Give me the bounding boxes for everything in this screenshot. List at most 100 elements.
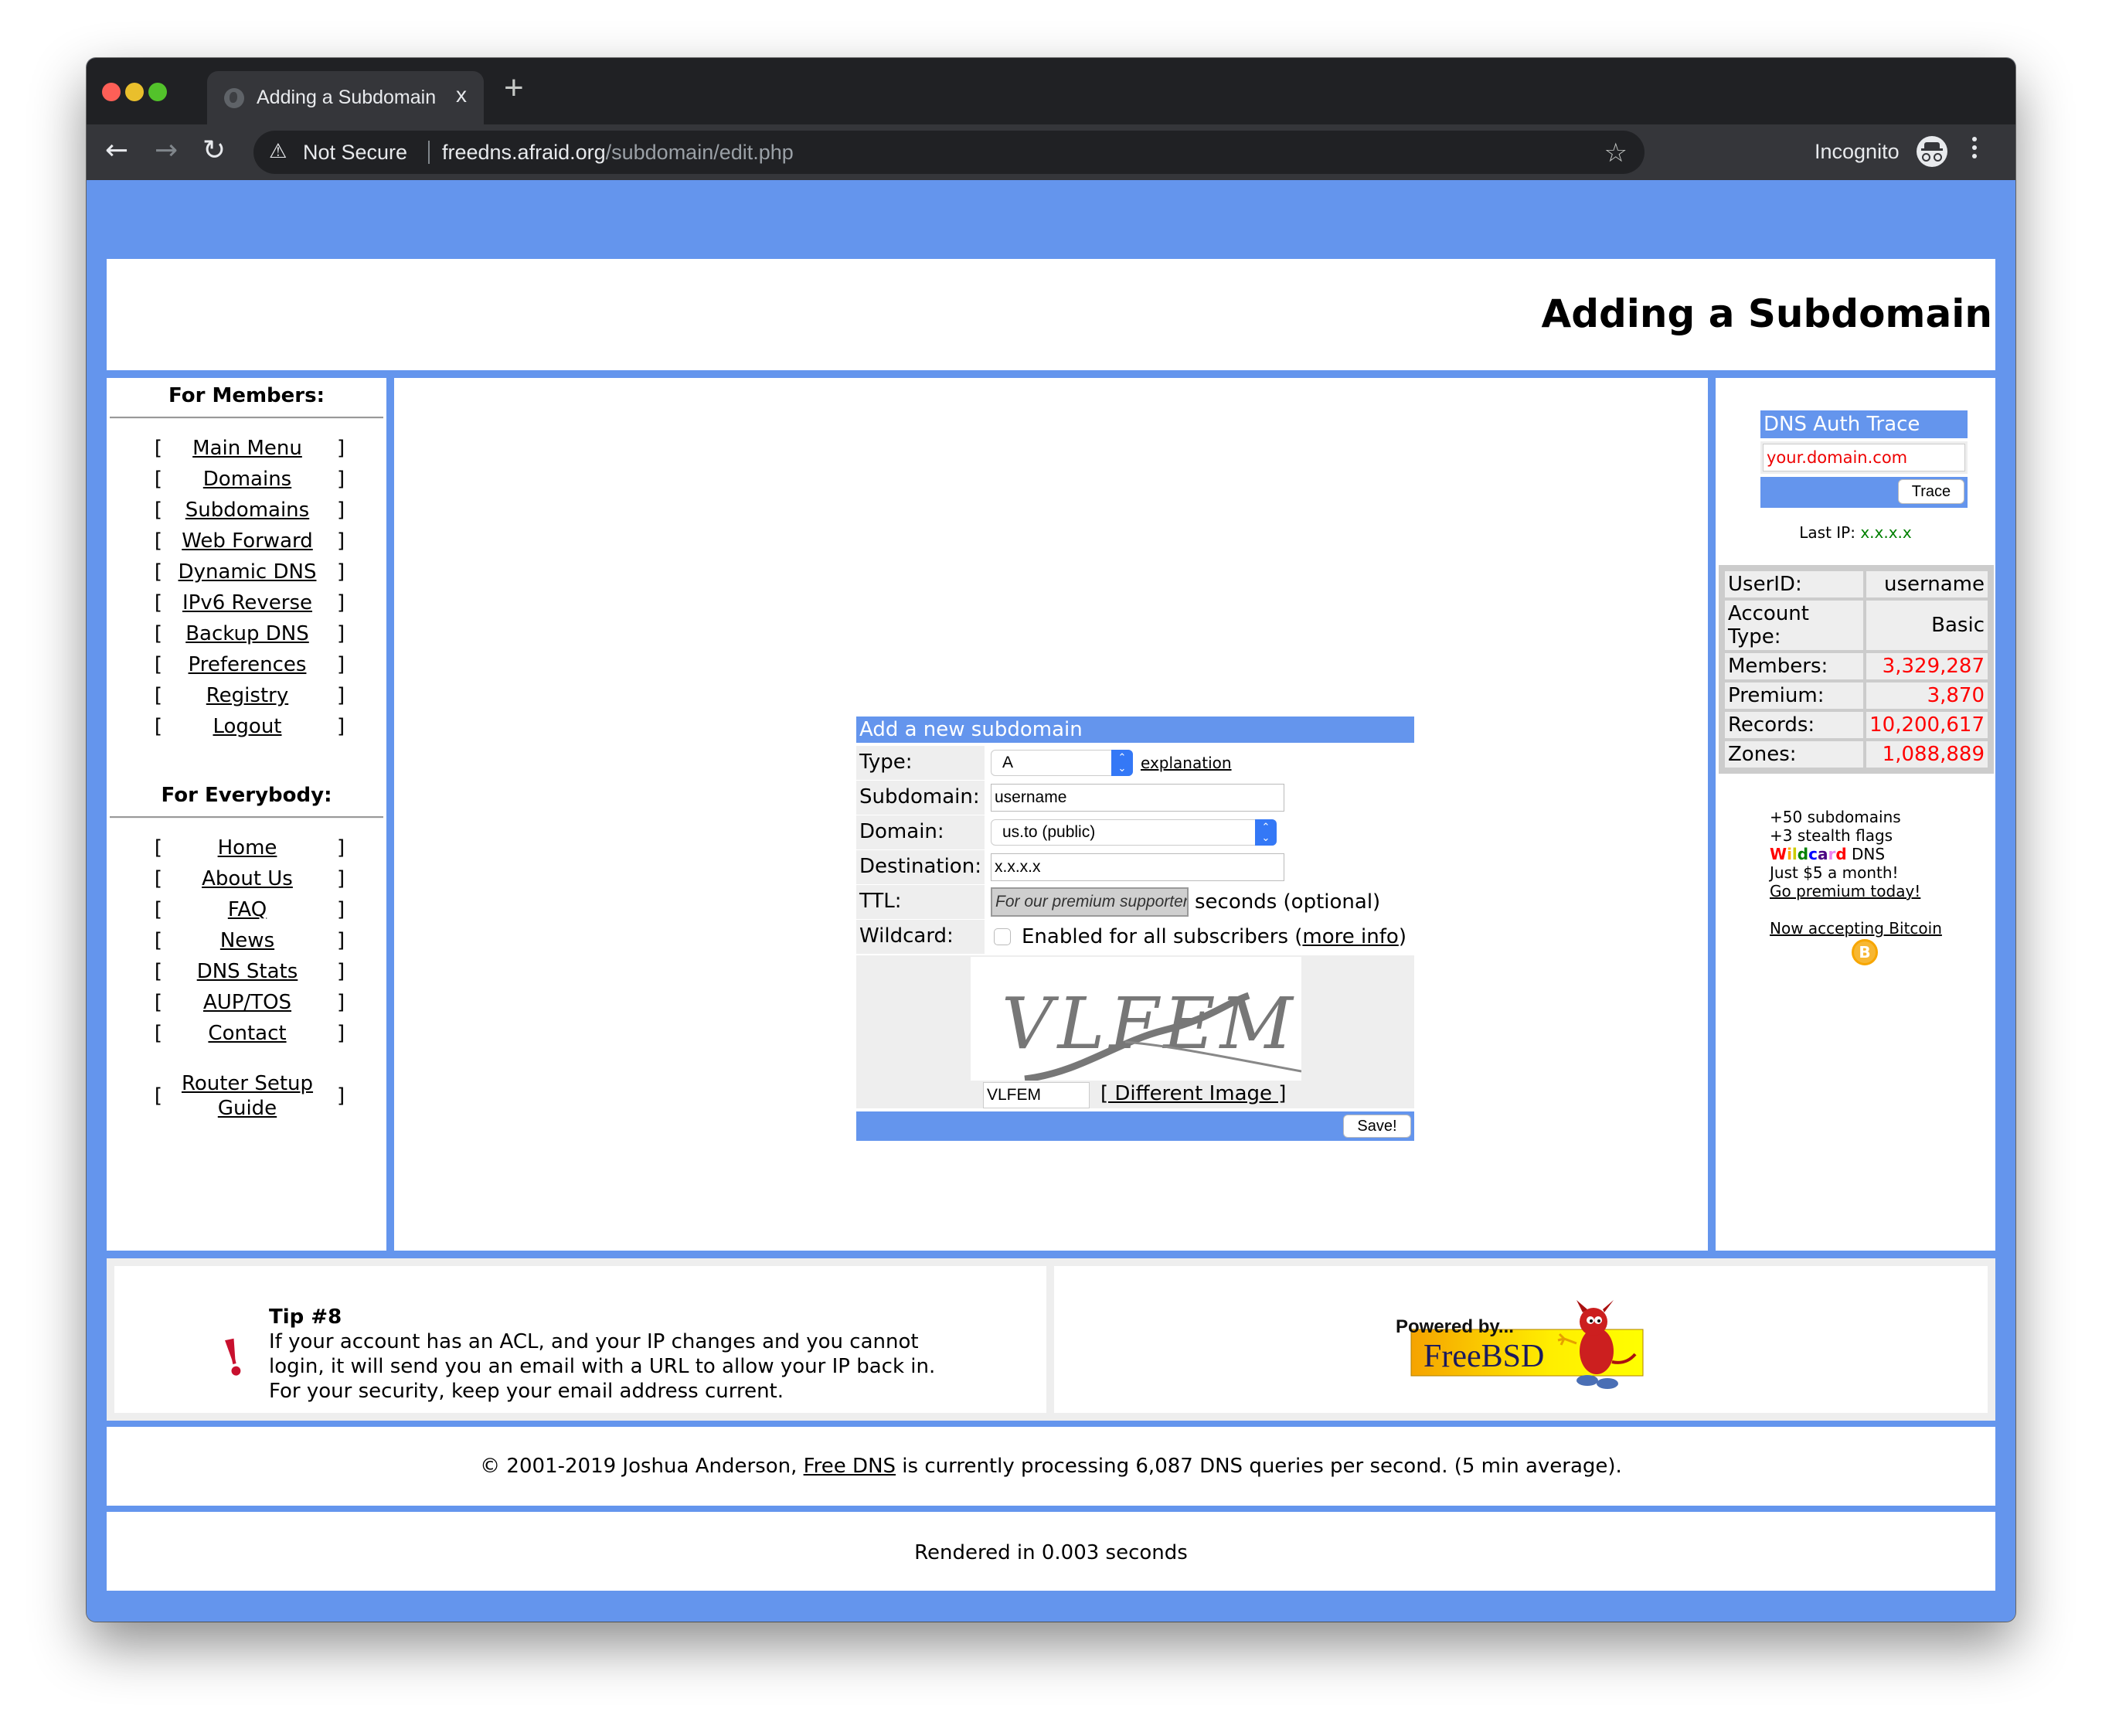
bracket-open: [ (154, 960, 162, 983)
nav-link[interactable]: About Us (162, 867, 332, 890)
menu-dots-icon[interactable] (1972, 137, 1977, 162)
nav-link[interactable]: Backup DNS (162, 622, 332, 645)
back-arrow-icon[interactable]: ← (105, 135, 128, 166)
destination-row: Destination: x.x.x.x (856, 850, 1414, 884)
sidebar-item-faq[interactable]: [FAQ] (107, 894, 386, 925)
sidebar-item-web-forward[interactable]: [Web Forward] (107, 526, 386, 557)
sidebar-item-about-us[interactable]: [About Us] (107, 863, 386, 894)
nav-link[interactable]: IPv6 Reverse (162, 591, 332, 614)
wildcard-checkbox[interactable] (994, 928, 1011, 945)
stats-row: Records: 10,200,617 (1725, 712, 1988, 738)
close-window-button[interactable] (102, 83, 121, 101)
nav-link[interactable]: Preferences (162, 653, 332, 676)
nav-link[interactable]: DNS Stats (162, 960, 332, 983)
rainbow-letter: d (1797, 845, 1809, 863)
warning-triangle-icon[interactable]: ⚠ (269, 140, 287, 163)
sidebar-item-aup-tos[interactable]: [AUP/TOS] (107, 987, 386, 1018)
incognito-icon[interactable] (1917, 136, 1947, 167)
address-bar[interactable]: ⚠ Not Secure freedns.afraid.org/subdomai… (253, 131, 1645, 174)
different-image-link[interactable]: [ Different Image ] (1100, 1082, 1286, 1105)
nav-link[interactable]: Domains (162, 468, 332, 491)
captcha-input[interactable]: VLFEM (983, 1082, 1090, 1108)
sidebar-item-contact[interactable]: [Contact] (107, 1018, 386, 1049)
sidebar-item-news[interactable]: [News] (107, 925, 386, 956)
omnibox-separator (428, 141, 430, 164)
members-nav: [Main Menu][Domains][Subdomains][Web For… (107, 433, 386, 742)
premium-promo: +50 subdomains +3 stealth flags Wildcard… (1770, 808, 1942, 965)
nav-link[interactable]: News (162, 929, 332, 952)
left-sidebar: For Members: [Main Menu][Domains][Subdom… (107, 378, 386, 1251)
type-label: Type: (856, 746, 985, 780)
domain-select[interactable]: us.to (public) ⌃ ⌄ (991, 819, 1277, 846)
bracket-close: ] (337, 468, 345, 491)
bracket-close: ] (337, 1084, 345, 1108)
bracket-open: [ (154, 991, 162, 1014)
divider (110, 417, 383, 419)
nav-link[interactable]: Router Setup Guide (162, 1071, 332, 1121)
bracket-open: [ (154, 591, 162, 614)
security-label[interactable]: Not Secure (303, 141, 407, 165)
sidebar-item-dynamic-dns[interactable]: [Dynamic DNS] (107, 557, 386, 587)
go-premium-link[interactable]: Go premium today! (1770, 882, 1942, 900)
subdomain-row: Subdomain: username (856, 781, 1414, 815)
bracket-close: ] (337, 437, 345, 460)
bracket-open: [ (154, 529, 162, 553)
add-subdomain-form: Add a new subdomain Type: A ⌃ ⌄ explanati… (856, 717, 1414, 1141)
tab-active[interactable]: Adding a Subdomain x (207, 71, 484, 124)
nav-link[interactable]: Home (162, 836, 332, 859)
forward-arrow-icon[interactable]: → (155, 135, 178, 166)
save-button[interactable]: Save! (1343, 1115, 1411, 1138)
exclamation-icon: ! (216, 1327, 250, 1390)
tip-line: If your account has an ACL, and your IP … (269, 1330, 919, 1353)
url-host: freedns.afraid.org (442, 141, 606, 164)
nav-link[interactable]: Dynamic DNS (162, 560, 332, 584)
sidebar-item-preferences[interactable]: [Preferences] (107, 649, 386, 680)
destination-label: Destination: (856, 850, 985, 884)
render-time-box: Rendered in 0.003 seconds (107, 1512, 1995, 1591)
nav-link[interactable]: Registry (162, 684, 332, 707)
minimize-window-button[interactable] (125, 83, 144, 101)
type-row: Type: A ⌃ ⌄ explanation (856, 746, 1414, 780)
right-sidebar: DNS Auth Trace your.domain.com Trace Las… (1716, 378, 1995, 1251)
freebsd-logo[interactable]: Powered by... FreeBSD (1394, 1300, 1649, 1393)
sidebar-item-dns-stats[interactable]: [DNS Stats] (107, 956, 386, 987)
bracket-open: [ (154, 1022, 162, 1045)
sidebar-item-logout[interactable]: [Logout] (107, 711, 386, 742)
tab-close-icon[interactable]: x (456, 83, 467, 107)
nav-link[interactable]: Contact (162, 1022, 332, 1045)
trace-button[interactable]: Trace (1898, 479, 1964, 504)
bookmark-star-icon[interactable]: ☆ (1604, 138, 1628, 168)
explanation-link[interactable]: explanation (1141, 754, 1232, 772)
nav-link[interactable]: Main Menu (162, 437, 332, 460)
sidebar-item-ipv6-reverse[interactable]: [IPv6 Reverse] (107, 587, 386, 618)
bracket-open: [ (154, 836, 162, 859)
bitcoin-link[interactable]: Now accepting Bitcoin (1770, 919, 1942, 938)
destination-input[interactable]: x.x.x.x (991, 853, 1284, 881)
sidebar-item-router-setup-guide[interactable]: [ Router Setup Guide ] (107, 1069, 386, 1123)
url-text[interactable]: freedns.afraid.org/subdomain/edit.php (442, 141, 794, 165)
free-dns-link[interactable]: Free DNS (804, 1455, 896, 1478)
stats-value: 3,870 (1866, 682, 1988, 709)
sidebar-item-subdomains[interactable]: [Subdomains] (107, 495, 386, 526)
subdomain-input[interactable]: username (991, 784, 1284, 812)
type-select[interactable]: A ⌃ ⌄ (991, 750, 1133, 776)
sidebar-item-registry[interactable]: [Registry] (107, 680, 386, 711)
sidebar-item-main-menu[interactable]: [Main Menu] (107, 433, 386, 464)
maximize-window-button[interactable] (148, 83, 167, 101)
sidebar-item-backup-dns[interactable]: [Backup DNS] (107, 618, 386, 649)
nav-link[interactable]: Logout (162, 715, 332, 738)
sidebar-item-domains[interactable]: [Domains] (107, 464, 386, 495)
nav-link[interactable]: Web Forward (162, 529, 332, 553)
rainbow-letter: W (1770, 845, 1787, 863)
trace-domain-input[interactable]: your.domain.com (1763, 444, 1965, 471)
nav-link[interactable]: FAQ (162, 898, 332, 921)
nav-link[interactable]: AUP/TOS (162, 991, 332, 1014)
new-tab-button[interactable]: + (504, 69, 524, 107)
tab-title: Adding a Subdomain (257, 87, 437, 108)
more-info-link[interactable]: more info (1302, 925, 1398, 948)
sidebar-item-home[interactable]: [Home] (107, 832, 386, 863)
nav-link[interactable]: Subdomains (162, 499, 332, 522)
bracket-close: ] (337, 991, 345, 1014)
reload-icon[interactable]: ↻ (202, 135, 226, 166)
bracket-open: [ (154, 499, 162, 522)
